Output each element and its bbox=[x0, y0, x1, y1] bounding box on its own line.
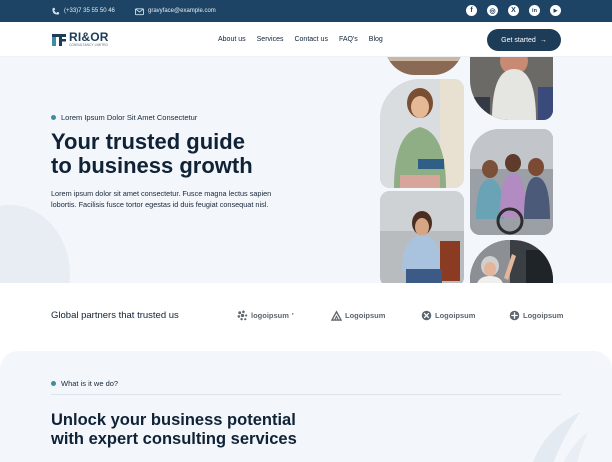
nav-faqs[interactable]: FAQ's bbox=[339, 36, 358, 43]
services-title-line-2: with expert consulting services bbox=[51, 430, 297, 448]
email-address: gravyface@example.com bbox=[148, 8, 216, 14]
bullet-dot-icon bbox=[51, 115, 56, 120]
partner-logo-4-text: Logoipsum bbox=[523, 311, 564, 320]
services-eyebrow: What is it we do? bbox=[51, 379, 118, 388]
nav-about-us[interactable]: About us bbox=[218, 36, 246, 43]
x-icon[interactable]: X bbox=[508, 5, 519, 16]
email-contact[interactable]: gravyface@example.com bbox=[135, 0, 216, 22]
nav-contact-us[interactable]: Contact us bbox=[294, 36, 327, 43]
hero-title: Your trusted guide to business growth bbox=[51, 130, 311, 178]
logo-mark-icon bbox=[52, 34, 66, 46]
arrow-right-icon: → bbox=[539, 36, 547, 44]
partner-logo-1-icon bbox=[237, 310, 248, 321]
hero-section: Lorem Ipsum Dolor Sit Amet Consectetur Y… bbox=[0, 57, 612, 283]
mail-icon bbox=[135, 7, 144, 15]
hero-title-line-1: Your trusted guide bbox=[51, 129, 245, 154]
site-header: RI&OR CONSULTANCY LIMITED About us Servi… bbox=[0, 22, 612, 57]
partner-logo-1-text: logoipsum bbox=[251, 311, 289, 320]
decorative-leaf-icon bbox=[533, 412, 588, 462]
partner-logo-2: Logoipsum bbox=[331, 310, 385, 321]
section-divider bbox=[51, 394, 561, 395]
linkedin-icon[interactable]: in bbox=[529, 5, 540, 16]
services-section: What is it we do? Unlock your business p… bbox=[0, 351, 612, 462]
hero-photo-woman-chair bbox=[380, 191, 464, 283]
partner-logo-4-icon bbox=[509, 310, 520, 321]
partner-logo-1: logoipsum ' bbox=[237, 310, 294, 321]
partner-logo-1-mark: ' bbox=[291, 311, 294, 320]
logo-name: RI&OR bbox=[69, 30, 109, 44]
instagram-icon[interactable]: ◎ bbox=[487, 5, 498, 16]
get-started-button[interactable]: Get started → bbox=[487, 29, 561, 51]
facebook-icon[interactable]: f bbox=[466, 5, 477, 16]
hero-photo-1 bbox=[385, 57, 463, 75]
partner-logo-3-icon bbox=[421, 310, 432, 321]
hero-photo-speaker bbox=[470, 240, 553, 283]
decorative-blob bbox=[0, 205, 70, 283]
hero-eyebrow-text: Lorem Ipsum Dolor Sit Amet Consectetur bbox=[61, 113, 198, 122]
services-eyebrow-text: What is it we do? bbox=[61, 379, 119, 388]
partners-section: Global partners that trusted us logoipsu… bbox=[0, 283, 612, 351]
partner-logo-3: Logoipsum bbox=[421, 310, 475, 321]
services-title-line-1: Unlock your business potential bbox=[51, 411, 296, 429]
social-links: f ◎ X in ▶ bbox=[466, 5, 561, 16]
hero-eyebrow: Lorem Ipsum Dolor Sit Amet Consectetur bbox=[51, 113, 197, 122]
youtube-icon[interactable]: ▶ bbox=[550, 5, 561, 16]
brand-logo[interactable]: RI&OR CONSULTANCY LIMITED bbox=[51, 31, 109, 47]
top-bar: (+33)7 35 55 50 46 gravyface@example.com… bbox=[0, 0, 612, 22]
nav-services[interactable]: Services bbox=[257, 36, 284, 43]
get-started-label: Get started bbox=[501, 36, 536, 44]
hero-title-line-2: to business growth bbox=[51, 153, 253, 178]
hero-photo-woman-glasses bbox=[380, 79, 464, 188]
nav-blog[interactable]: Blog bbox=[369, 36, 383, 43]
hero-description: Lorem ipsum dolor sit amet consectetur. … bbox=[51, 189, 272, 209]
hero-photo-group bbox=[470, 129, 553, 235]
bullet-dot-icon bbox=[51, 381, 56, 386]
services-title: Unlock your business potential with expe… bbox=[51, 411, 351, 449]
phone-number: (+33)7 35 55 50 46 bbox=[64, 8, 115, 14]
partner-logo-2-icon bbox=[331, 310, 342, 321]
partner-logo-3-text: Logoipsum bbox=[435, 311, 476, 320]
partners-label: Global partners that trusted us bbox=[51, 310, 179, 321]
hero-photo-meeting bbox=[470, 57, 553, 120]
phone-contact[interactable]: (+33)7 35 55 50 46 bbox=[51, 0, 115, 22]
main-nav: About us Services Contact us FAQ's Blog bbox=[218, 22, 394, 57]
phone-icon bbox=[52, 7, 60, 14]
partner-logo-2-text: Logoipsum bbox=[345, 311, 386, 320]
partner-logo-4: Logoipsum bbox=[509, 310, 563, 321]
logo-tagline: CONSULTANCY LIMITED bbox=[69, 43, 108, 47]
